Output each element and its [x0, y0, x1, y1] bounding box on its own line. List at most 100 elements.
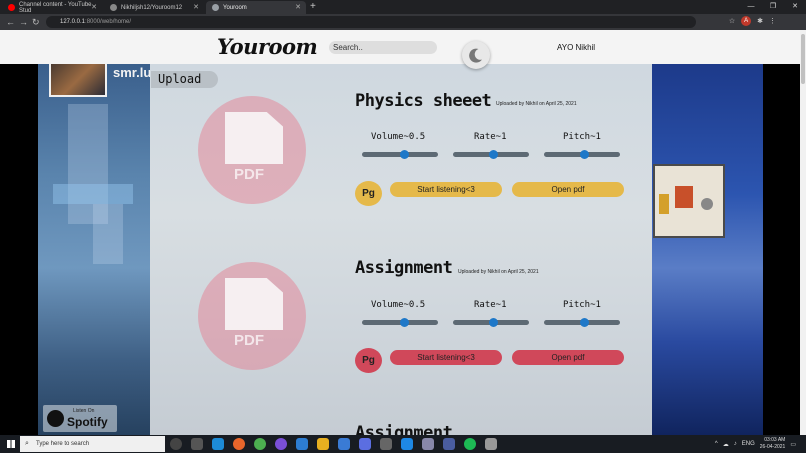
slider-knob[interactable]	[579, 318, 589, 327]
speaker-icon[interactable]: ♪	[734, 441, 737, 447]
task-view-icon[interactable]	[191, 438, 203, 450]
clock[interactable]: 03:03 AM 26-04-2021	[760, 437, 786, 451]
scrollbar-thumb[interactable]	[801, 34, 805, 84]
close-icon[interactable]: ✕	[91, 3, 97, 11]
star-icon[interactable]: ☆	[729, 16, 735, 28]
theme-toggle-button[interactable]	[462, 41, 490, 69]
site-logo[interactable]: Youroom	[217, 34, 318, 59]
app-icon[interactable]	[380, 438, 392, 450]
page-badge[interactable]: Pg	[355, 348, 382, 373]
browser-tab-strip: Channel content - YouTube Stud ✕ Nikhilj…	[0, 0, 806, 14]
new-tab-button[interactable]: +	[310, 0, 316, 14]
page-badge[interactable]: Pg	[355, 181, 382, 206]
spotify-badge[interactable]: Listen On Spotify	[43, 405, 117, 432]
taskbar-search-placeholder: Type here to search	[36, 441, 90, 447]
profile-name: smr.lu	[113, 65, 150, 80]
rate-slider[interactable]	[453, 150, 529, 159]
github-icon	[110, 4, 117, 11]
document-title: Assignment	[355, 423, 453, 435]
edge-icon[interactable]	[212, 438, 224, 450]
document-title: Assignment	[355, 258, 453, 278]
page-body	[0, 64, 800, 435]
slider-knob[interactable]	[579, 150, 589, 159]
menu-icon[interactable]: ⋮	[769, 16, 776, 28]
start-listening-button[interactable]: Start listening<3	[390, 182, 502, 197]
open-pdf-button[interactable]: Open pdf	[512, 350, 624, 365]
pitch-label: Pitch~1	[563, 300, 601, 310]
browser-tab-active[interactable]: Youroom ✕	[206, 1, 306, 14]
cloud-icon[interactable]: ☁	[723, 441, 729, 448]
window-controls: — ❐ ✕	[740, 0, 806, 14]
url-path: :8000/web/home/	[85, 19, 132, 25]
forward-icon[interactable]: →	[19, 15, 28, 29]
tab-title: Youroom	[223, 4, 247, 11]
volume-slider[interactable]	[362, 150, 438, 159]
discord-icon[interactable]	[443, 438, 455, 450]
pitch-slider[interactable]	[544, 318, 620, 327]
pdf-icon[interactable]: PDF	[198, 96, 306, 204]
document-shape	[225, 112, 283, 164]
spotify-taskbar-icon[interactable]	[464, 438, 476, 450]
start-listening-button[interactable]: Start listening<3	[390, 350, 502, 365]
url-input[interactable]: 127.0.0.1:8000/web/home/	[46, 16, 696, 28]
slider-knob[interactable]	[488, 318, 498, 327]
document-title: Physics sheeet	[355, 91, 492, 111]
app-icon[interactable]	[359, 438, 371, 450]
spotify-brand: Spotify	[67, 415, 108, 429]
cortana-icon[interactable]	[170, 438, 182, 450]
reload-icon[interactable]: ↻	[32, 15, 40, 29]
dropbox-icon[interactable]	[338, 438, 350, 450]
firefox-icon[interactable]	[233, 438, 245, 450]
app-header: Youroom AYO Nikhil	[0, 30, 800, 64]
language-indicator[interactable]: ENG	[742, 441, 755, 447]
poster-shape	[675, 186, 693, 208]
upload-button[interactable]: Upload	[151, 71, 218, 88]
background-snow-scene	[651, 64, 763, 435]
awning-shape	[53, 184, 133, 204]
tray-chevron-icon[interactable]: ^	[715, 441, 718, 447]
app-icon[interactable]	[485, 438, 497, 450]
door-shape	[93, 204, 123, 264]
back-icon[interactable]: ←	[6, 15, 15, 29]
notification-icon[interactable]: ▭	[790, 441, 796, 448]
maximize-icon[interactable]: ❐	[762, 0, 784, 14]
slider-knob[interactable]	[399, 150, 409, 159]
close-window-icon[interactable]: ✕	[784, 0, 806, 14]
minimize-icon[interactable]: —	[740, 0, 762, 14]
app-icon[interactable]	[422, 438, 434, 450]
clock-date: 26-04-2021	[759, 444, 786, 450]
slider-knob[interactable]	[488, 150, 498, 159]
document-uploaded-by: Uploaded by Nikhil on April 25, 2021	[458, 269, 539, 275]
windows-start-icon[interactable]	[7, 440, 15, 448]
url-host: 127.0.0.1	[60, 19, 86, 25]
browser-tab[interactable]: Nikhiljsh12/Youroom12 ✕	[104, 1, 204, 14]
taskbar-search[interactable]: ⌕ Type here to search	[20, 436, 165, 452]
chrome-icon[interactable]	[254, 438, 266, 450]
pdf-label: PDF	[234, 332, 264, 349]
rate-label: Rate~1	[474, 132, 507, 142]
browser-tab[interactable]: Channel content - YouTube Stud ✕	[2, 1, 102, 14]
mail-icon[interactable]	[296, 438, 308, 450]
close-icon[interactable]: ✕	[193, 3, 199, 11]
folder-icon[interactable]	[317, 438, 329, 450]
page-scrollbar[interactable]	[800, 30, 806, 435]
extensions-icon[interactable]: ✱	[757, 16, 763, 28]
profile-image[interactable]	[49, 64, 107, 97]
user-name[interactable]: AYO Nikhil	[557, 43, 595, 52]
avatar[interactable]: A	[741, 16, 752, 26]
spotify-icon	[47, 410, 64, 427]
app-icon[interactable]	[275, 438, 287, 450]
background-city-scene	[38, 64, 150, 435]
pitch-slider[interactable]	[544, 150, 620, 159]
close-icon[interactable]: ✕	[295, 3, 301, 11]
search-input[interactable]	[329, 41, 437, 54]
volume-label: Volume~0.5	[371, 300, 426, 310]
open-pdf-button[interactable]: Open pdf	[512, 182, 624, 197]
volume-label: Volume~0.5	[371, 132, 426, 142]
vscode-icon[interactable]	[401, 438, 413, 450]
volume-slider[interactable]	[362, 318, 438, 327]
rate-slider[interactable]	[453, 318, 529, 327]
slider-knob[interactable]	[399, 318, 409, 327]
pdf-icon[interactable]: PDF	[198, 262, 306, 370]
browser-toolbar: ☆ A ✱ ⋮	[729, 16, 776, 28]
